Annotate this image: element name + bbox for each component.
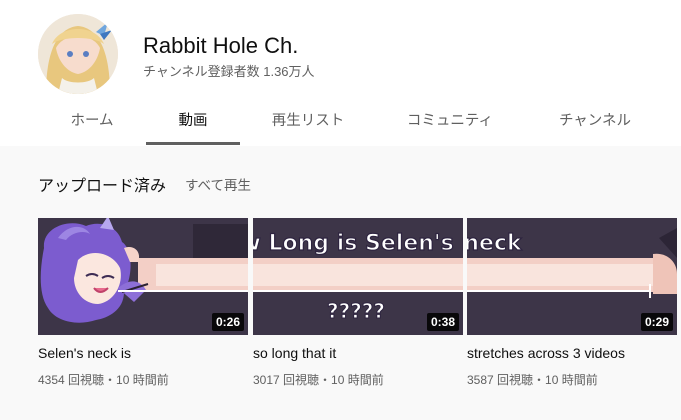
- video-metadata: 4354 回視聴・10 時間前: [38, 373, 169, 387]
- tab-videos[interactable]: 動画: [146, 100, 240, 146]
- tab-community[interactable]: コミュニティ: [398, 100, 502, 146]
- channel-header: Rabbit Hole Ch. チャンネル登録者数 1.36万人 ホーム 動画 …: [0, 0, 681, 146]
- thumbnail-question-text: ?????: [327, 299, 385, 323]
- video-metadata: 3587 回視聴・10 時間前: [467, 373, 598, 387]
- video-duration: 0:38: [426, 313, 459, 331]
- tab-playlists[interactable]: 再生リスト: [262, 100, 354, 146]
- channel-tabs: ホーム 動画 再生リスト コミュニティ チャンネル: [0, 100, 681, 146]
- video-duration: 0:29: [640, 313, 673, 331]
- tab-playlists-label: 再生リスト: [271, 113, 345, 129]
- tab-home-label: ホーム: [70, 113, 114, 129]
- play-all-link[interactable]: すべて再生: [185, 174, 251, 194]
- avatar-image: [38, 14, 118, 94]
- thumbnail-headline-text: How Long is Selen's neck: [467, 231, 523, 256]
- video-title[interactable]: stretches across 3 videos: [467, 345, 677, 361]
- tab-home[interactable]: ホーム: [60, 100, 124, 146]
- video-metadata: 3017 回視聴・10 時間前: [253, 373, 384, 387]
- video-thumbnail[interactable]: How Long is Selen's neck 0:29: [467, 218, 677, 335]
- tab-channels-label: チャンネル: [558, 113, 632, 129]
- video-card: How Long is Selen's neck 0:29 stretches …: [467, 218, 677, 388]
- tab-channels[interactable]: チャンネル: [548, 100, 642, 146]
- channel-name[interactable]: Rabbit Hole Ch.: [143, 33, 298, 59]
- subscriber-count: チャンネル登録者数 1.36万人: [143, 64, 315, 79]
- video-duration: 0:26: [211, 313, 244, 331]
- video-thumbnail[interactable]: How Long is Selen's neck ????? 0:38: [253, 218, 463, 335]
- shelf-title: アップロード済み: [38, 178, 167, 195]
- tab-videos-label: 動画: [178, 113, 208, 129]
- channel-avatar[interactable]: [38, 14, 118, 94]
- video-card: How Long is Selen's neck ????? 0:38 so l…: [253, 218, 463, 388]
- video-title[interactable]: so long that it: [253, 345, 463, 361]
- active-tab-indicator: [146, 142, 240, 145]
- thumbnail-headline-text: How Long is Selen's neck: [253, 231, 463, 256]
- video-thumbnail[interactable]: 0:26: [38, 218, 248, 335]
- video-card: 0:26 Selen's neck is 4354 回視聴・10 時間前: [38, 218, 248, 388]
- tab-community-label: コミュニティ: [406, 113, 494, 129]
- video-title[interactable]: Selen's neck is: [38, 345, 248, 361]
